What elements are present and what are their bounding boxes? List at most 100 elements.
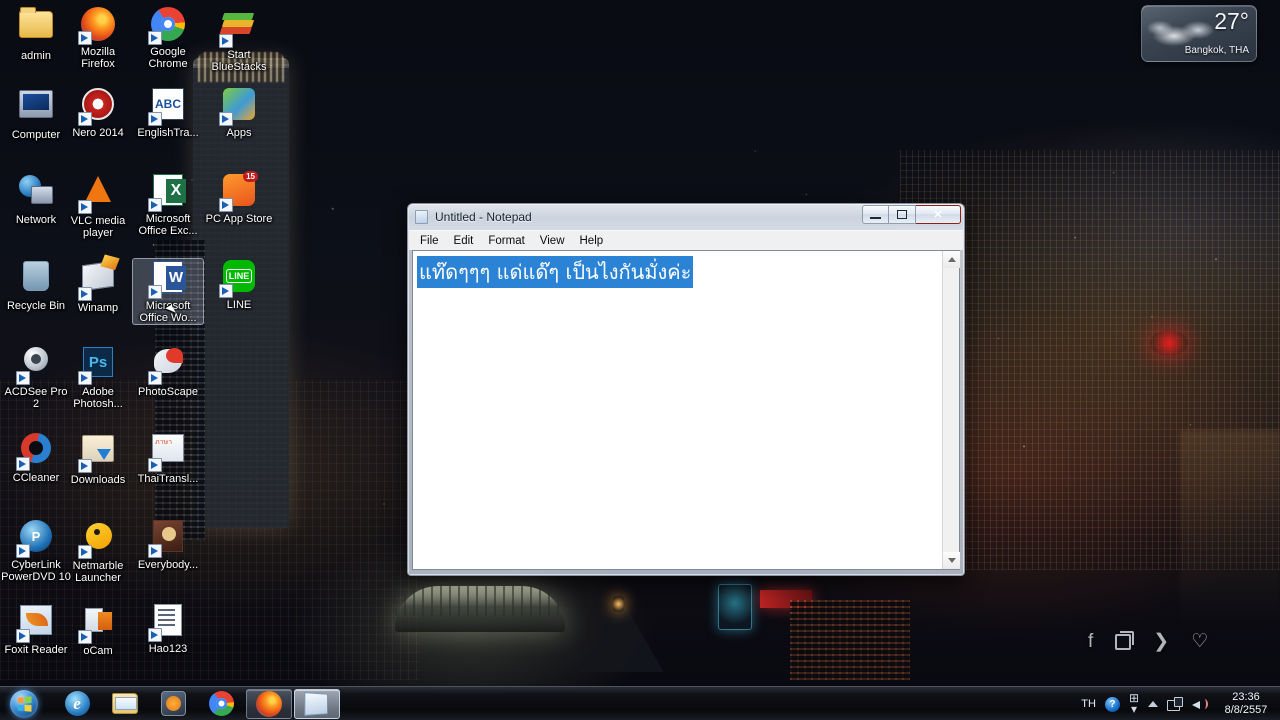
desktop[interactable]: admin Mozilla Firefox Google Chrome Start B… [0,0,1280,720]
notepad-vertical-scrollbar[interactable] [942,251,960,569]
taskbar-items: e [52,688,340,719]
desktop-icon-winamp[interactable]: Winamp [62,258,134,314]
minimize-button[interactable] [862,205,889,224]
recycle-bin-icon-art [23,261,49,291]
user-folder-icon [18,7,54,47]
taskbar-item-notepad[interactable] [294,688,340,719]
chrome-icon [148,7,186,45]
desktop-icon-downloads-folder[interactable]: Downloads [62,430,134,486]
notepad-icon [415,210,428,224]
computer-icon-art [19,90,53,118]
scroll-down-arrow[interactable] [943,552,960,569]
network-icon[interactable] [1167,697,1183,711]
apps-icon [219,88,257,126]
menu-item-edit[interactable]: Edit [454,233,482,249]
shortcut-arrow-icon [78,112,92,126]
close-button[interactable]: ✕ [916,205,961,224]
taskbar-item-internet-explorer[interactable]: e [54,689,100,719]
maximize-icon [897,210,907,219]
menu-item-format[interactable]: Format [488,233,532,249]
chevron-right-icon[interactable]: ❯ [1153,632,1169,652]
desktop-icon-ocam[interactable]: oCam [62,602,134,657]
taskbar-item-windows-media-player[interactable] [150,689,196,719]
user-folder-icon-art [19,7,53,38]
desktop-icon-photoscape[interactable]: PhotoScape [132,344,204,398]
menu-item-file[interactable]: File [420,233,447,249]
desktop-icon-thai-translator[interactable]: ThaiTransl... [132,430,204,485]
notepad-text-area[interactable]: แท๊ดๆๆๆ แด่แด๊ๆ เป็นไงกันมั่งค่ะ [413,251,942,569]
notepad-titlebar[interactable]: Untitled - Notepad ✕ [408,204,964,230]
desktop-icon-excel[interactable]: Microsoft Office Exc... [132,172,204,237]
desktop-icon-label: Adobe Photosh... [73,386,123,410]
facebook-icon[interactable]: f [1088,632,1093,652]
desktop-icon-label: Hao123 [148,643,188,655]
desktop-icon-label: Everybody... [137,559,199,571]
desktop-icon-english-translator[interactable]: ABC EnglishTra... [132,86,204,139]
heart-icon[interactable]: ♡ [1191,632,1208,652]
shortcut-arrow-icon [16,629,30,643]
desktop-icon-vlc[interactable]: VLC media player [62,172,134,239]
shortcut-arrow-icon [78,545,92,559]
recycle-bin-icon [18,261,54,297]
photoscape-icon [148,347,186,385]
line-icon: LINE [219,260,257,298]
desktop-icon-line[interactable]: LINE LINE [203,258,275,311]
wallpaper-red-light [1150,330,1188,356]
shortcut-arrow-icon [78,459,92,473]
desktop-icon-nero[interactable]: Nero 2014 [62,86,134,139]
desktop-icon-label: EnglishTra... [137,127,199,139]
shortcut-arrow-icon [148,628,162,642]
bluestacks-icon [219,10,257,48]
menu-item-view[interactable]: View [540,233,573,249]
copy-square-icon[interactable] [1115,631,1135,650]
word-icon [148,261,186,299]
desktop-icon-netmarble[interactable]: Netmarble Launcher [62,518,134,584]
taskbar[interactable]: e TH ? ⊞ ▾ 23:36 8/8/2557 [0,686,1280,720]
ocam-icon [78,606,116,644]
notepad-selected-text[interactable]: แท๊ดๆๆๆ แด่แด๊ๆ เป็นไงกันมั่งค่ะ [417,256,694,288]
language-indicator[interactable]: TH [1081,698,1096,710]
menu-item-help[interactable]: Help [580,233,612,249]
pc-app-store-icon [219,171,259,212]
weather-gadget[interactable]: 27° Bangkok, THA [1141,5,1257,62]
keyboard-layout-icon[interactable]: ⊞ ▾ [1129,692,1139,715]
desktop-icon-chrome[interactable]: Google Chrome [132,6,204,70]
desktop-icon-everybody-game[interactable]: Everybody... [132,518,204,571]
shortcut-arrow-icon [78,287,92,301]
shortcut-arrow-icon [219,284,233,298]
scroll-up-arrow[interactable] [943,251,960,268]
wallpaper-dome-ribs [395,586,565,616]
wallpaper-water-reflection [1180,430,1280,620]
clock[interactable]: 23:36 8/8/2557 [1218,691,1274,717]
file-explorer-icon [112,693,138,714]
notepad-window[interactable]: Untitled - Notepad ✕ File Edit Format Vi… [407,203,965,576]
shortcut-arrow-icon [148,371,162,385]
social-overlay: f ❯ ♡ [1088,631,1208,652]
taskbar-item-google-chrome[interactable] [198,689,244,719]
taskbar-item-file-explorer[interactable] [102,689,148,719]
maximize-button[interactable] [889,205,916,224]
desktop-icon-label: Start BlueStacks [211,49,267,73]
notepad-menubar[interactable]: File Edit Format View Help [409,230,963,250]
desktop-icon-pc-app-store[interactable]: PC App Store [203,171,275,225]
desktop-icon-label: LINE [226,299,252,311]
desktop-icon-firefox[interactable]: Mozilla Firefox [62,6,134,70]
shortcut-arrow-icon [148,544,162,558]
desktop-icon-apps[interactable]: Apps [203,86,275,139]
notepad-text-area-container[interactable]: แท๊ดๆๆๆ แด่แด๊ๆ เป็นไงกันมั่งค่ะ [412,250,960,570]
system-tray[interactable]: TH ? ⊞ ▾ 23:36 8/8/2557 [1081,687,1280,720]
taskbar-item-mozilla-firefox[interactable] [246,688,292,719]
show-hidden-icons-arrow[interactable] [1148,701,1158,707]
start-button[interactable] [2,688,46,720]
desktop-icon-bluestacks[interactable]: Start BlueStacks [203,6,275,73]
shortcut-arrow-icon [16,544,30,558]
acdsee-icon [16,347,54,385]
desktop-icon-word[interactable]: Microsoft Office Wo... [132,258,204,325]
help-icon[interactable]: ? [1104,696,1120,712]
desktop-icon-label: oCam [83,645,113,657]
everybody-game-icon [148,520,186,558]
desktop-icon-photoshop[interactable]: Ps Adobe Photosh... [62,344,134,410]
volume-icon[interactable] [1192,697,1209,712]
downloads-folder-icon-art [82,435,114,462]
desktop-icon-hao123[interactable]: Hao123 [132,602,204,655]
